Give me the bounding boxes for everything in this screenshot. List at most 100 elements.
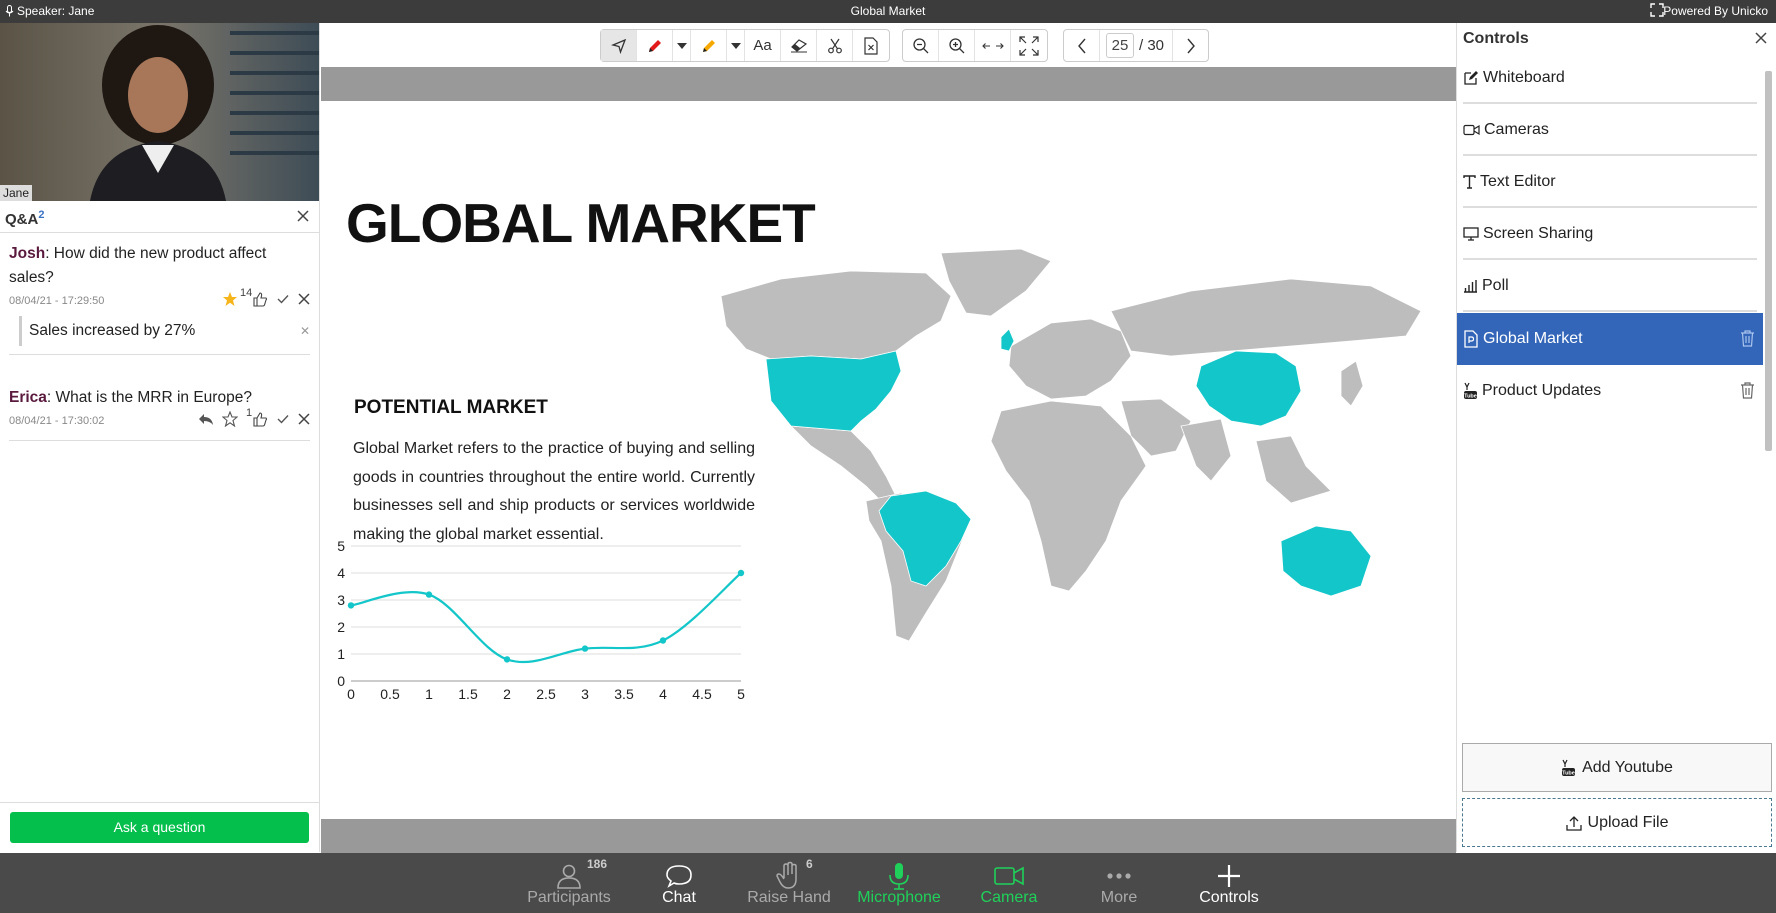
controls-scrollbar[interactable] [1764, 59, 1773, 757]
control-text-editor[interactable]: Text Editor [1457, 156, 1763, 208]
cut-tool[interactable] [817, 30, 853, 61]
more-button[interactable]: More [1064, 853, 1174, 913]
trash-icon[interactable] [1740, 381, 1755, 399]
star-filled-icon[interactable] [222, 291, 238, 307]
close-icon[interactable] [1755, 32, 1767, 44]
question-item: Erica: What is the MRR in Europe? 08/04/… [9, 386, 310, 441]
control-screen-sharing[interactable]: Screen Sharing [1457, 208, 1763, 260]
thumbs-up-icon[interactable] [252, 411, 268, 427]
question-time: 08/04/21 - 17:30:02 [9, 415, 105, 427]
question-author: Erica [9, 389, 47, 406]
chat-button[interactable]: Chat [624, 853, 734, 913]
participants-button[interactable]: 186 Participants [514, 853, 624, 913]
chart-y-tick-label: 4 [337, 565, 345, 581]
pointer-tool[interactable] [601, 30, 637, 61]
previous-page-button[interactable] [1064, 30, 1100, 61]
reply-icon[interactable] [198, 412, 214, 426]
add-youtube-button[interactable]: Tube Add Youtube [1462, 743, 1772, 792]
delete-answer-icon[interactable]: ✕ [300, 316, 310, 346]
control-poll[interactable]: Poll [1457, 260, 1763, 312]
microphone-icon [889, 863, 909, 890]
eraser-icon [790, 38, 807, 52]
chart-x-tick-label: 5 [737, 686, 745, 702]
meeting-title: Global Market [850, 4, 926, 18]
page-number-input[interactable]: 25 [1106, 33, 1134, 58]
camera-button[interactable]: Camera [954, 853, 1064, 913]
video-camera-icon [994, 866, 1024, 886]
chart-x-tick-label: 2.5 [536, 686, 556, 702]
close-icon[interactable] [298, 413, 310, 425]
slide-subtitle: POTENTIAL MARKET [354, 397, 548, 418]
trash-icon[interactable] [1740, 329, 1755, 347]
document-icon [1464, 330, 1478, 348]
raise-hand-button[interactable]: 6 Raise Hand [734, 853, 844, 913]
fit-width-button[interactable] [975, 30, 1011, 61]
close-icon[interactable] [297, 210, 309, 222]
page-navigation: 25 / 30 [1063, 29, 1210, 62]
chat-label: Chat [662, 889, 696, 906]
chevron-right-icon [1186, 38, 1195, 53]
question-item: Josh: How did the new product affect sal… [9, 242, 310, 355]
monitor-icon [1463, 227, 1479, 241]
chat-bubble-icon [666, 865, 692, 888]
control-cameras[interactable]: Cameras [1457, 104, 1763, 156]
pen-tool[interactable] [637, 30, 673, 61]
chart-y-tick-label: 0 [337, 673, 345, 689]
zoom-tools [902, 29, 1048, 62]
pointer-icon [610, 38, 626, 54]
map-russia [1110, 278, 1422, 357]
chart-series-line [350, 572, 742, 664]
question-time: 08/04/21 - 17:29:50 [9, 295, 105, 307]
eraser-tool[interactable] [781, 30, 817, 61]
raise-hand-label: Raise Hand [747, 889, 831, 906]
scissors-icon [827, 38, 842, 53]
like-count[interactable]: 14 [240, 287, 268, 307]
control-label: Text Editor [1480, 173, 1556, 190]
map-australia [1280, 525, 1372, 597]
microphone-button[interactable]: Microphone [844, 853, 954, 913]
zoom-out-icon [912, 37, 928, 53]
control-label: Poll [1482, 277, 1509, 294]
control-whiteboard[interactable]: Whiteboard [1457, 52, 1763, 104]
next-page-button[interactable] [1172, 30, 1208, 61]
check-icon[interactable] [276, 412, 290, 426]
control-label: Global Market [1483, 330, 1583, 347]
zoom-in-button[interactable] [939, 30, 975, 61]
upload-icon [1565, 815, 1582, 831]
map-southeast-asia [1255, 435, 1332, 504]
control-label: Screen Sharing [1483, 225, 1594, 242]
close-icon[interactable] [298, 293, 310, 305]
zoom-out-button[interactable] [903, 30, 939, 61]
star-icon[interactable] [222, 411, 238, 427]
controls-button[interactable]: Controls [1174, 853, 1284, 913]
upload-file-button[interactable]: Upload File [1462, 798, 1772, 847]
like-count[interactable]: 1 [246, 407, 268, 427]
pen-dropdown[interactable] [673, 30, 691, 61]
text-tool[interactable]: Aa [745, 30, 781, 61]
fullscreen-icon[interactable] [1650, 3, 1664, 17]
chart-point [659, 637, 667, 644]
control-product-updates[interactable]: Tube Product Updates [1457, 365, 1763, 417]
raise-hand-count: 6 [806, 857, 813, 871]
slide[interactable]: GLOBAL MARKET POTENTIAL MARKET Global Ma… [321, 101, 1456, 819]
fullscreen-button[interactable] [1011, 30, 1047, 61]
chart-x-tick-label: 3 [581, 686, 589, 702]
highlighter-tool[interactable] [691, 30, 727, 61]
presentation-area[interactable]: GLOBAL MARKET POTENTIAL MARKET Global Ma… [321, 67, 1456, 853]
control-global-market[interactable]: Global Market [1457, 313, 1763, 365]
answer-text: Sales increased by 27% [29, 322, 196, 339]
chart-point [581, 645, 589, 652]
thumbs-up-icon[interactable] [252, 291, 268, 307]
chart-x-tick-label: 4 [659, 686, 667, 702]
qa-title: Q&A2 [5, 209, 45, 228]
check-icon[interactable] [276, 292, 290, 306]
ask-question-button[interactable]: Ask a question [10, 812, 309, 843]
hand-icon [776, 861, 797, 889]
highlighter-dropdown[interactable] [727, 30, 745, 61]
chart-y-tick-label: 3 [337, 592, 345, 608]
map-china [1195, 350, 1302, 427]
zoom-in-icon [948, 37, 964, 53]
chart-y-tick-label: 1 [337, 646, 345, 662]
clear-tool[interactable] [853, 30, 889, 61]
youtube-icon: Tube [1562, 759, 1576, 776]
